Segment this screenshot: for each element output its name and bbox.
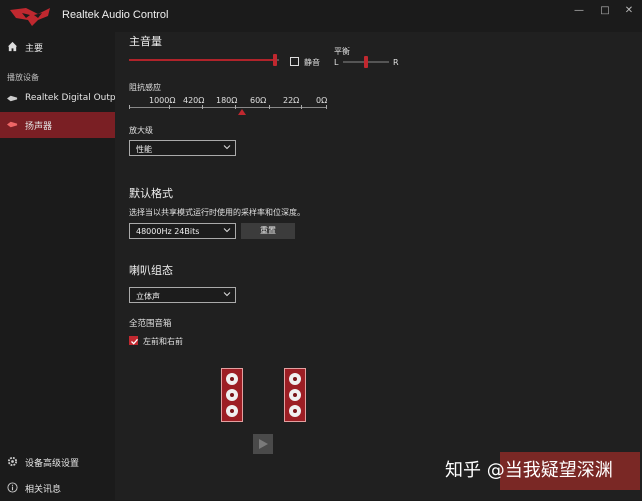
impedance-tick [129,105,130,109]
check-icon [131,338,138,345]
sidebar-item-home[interactable]: 主要 [0,34,115,60]
impedance-tick [235,105,236,109]
balance-left-label: L [334,58,339,67]
sidebar-item-digital-output[interactable]: Realtek Digital Output [0,86,125,112]
sidebar-item-speakers[interactable]: 扬声器 [0,112,115,138]
speaker-icon [7,95,18,102]
impedance-value: 60Ω [250,96,267,105]
minimize-button[interactable]: — [572,4,586,18]
main-panel: 主音量 静音 平衡 L R 阻抗感应 1000Ω 420Ω 180Ω 60Ω 2… [115,32,642,500]
speaker-cone [226,405,238,417]
format-dropdown-value: 48000Hz 24Bits [136,227,200,236]
balance-right-label: R [393,58,399,67]
impedance-tick [301,105,302,109]
play-icon [259,439,268,449]
speaker-icon [7,121,18,128]
info-icon [7,482,18,493]
play-test-button[interactable] [253,434,273,454]
impedance-tick [169,105,170,109]
rog-logo-icon [10,8,50,26]
amp-dropdown[interactable]: 性能 [129,140,236,156]
sidebar-item-label: 相关讯息 [25,485,62,495]
mute-label: 静音 [304,58,320,67]
gear-icon [7,456,18,467]
speaker-config-title: 喇叭组态 [129,264,173,277]
master-volume-title: 主音量 [129,35,162,48]
left-speaker-icon[interactable] [221,368,243,422]
master-volume-slider[interactable] [129,54,281,66]
sidebar-section-label: 播放设备 [7,73,39,82]
impedance-value: 420Ω [183,96,205,105]
impedance-marker-icon [238,109,246,115]
format-dropdown[interactable]: 48000Hz 24Bits [129,223,236,239]
default-format-title: 默认格式 [129,187,173,200]
speaker-cone [289,373,301,385]
sidebar-item-label: 设备高级设置 [25,459,80,469]
sidebar-item-label: Realtek Digital Output [25,93,125,103]
maximize-button[interactable]: □ [598,4,612,18]
home-icon [7,41,18,52]
impedance-value: 22Ω [283,96,300,105]
mute-checkbox[interactable] [290,57,299,66]
front-lr-label: 左前和右前 [143,337,183,346]
impedance-label: 阻抗感应 [129,83,161,92]
impedance-value: 0Ω [316,96,328,105]
impedance-value: 180Ω [216,96,238,105]
fullrange-label: 全范围音箱 [129,319,172,329]
sidebar: 主要 播放设备 Realtek Digital Output 扬声器 设备高级设… [0,32,125,501]
watermark-text: 知乎 @当我疑望深渊 [445,460,613,481]
slider-fill [129,59,275,61]
speaker-config-dropdown[interactable]: 立体声 [129,287,236,303]
impedance-tick [269,105,270,109]
slider-thumb[interactable] [364,56,368,68]
slider-thumb[interactable] [272,54,277,66]
speaker-cone [226,373,238,385]
sidebar-item-label: 主要 [25,44,44,54]
impedance-tick [202,105,203,109]
chevron-down-icon [223,228,231,233]
sidebar-item-info[interactable]: 相关讯息 [0,475,115,501]
front-lr-checkbox[interactable] [129,336,138,345]
impedance-scale: 1000Ω 420Ω 180Ω 60Ω 22Ω 0Ω [129,94,329,118]
impedance-axis [129,107,327,108]
app-title: Realtek Audio Control [62,9,169,21]
speaker-config-dropdown-value: 立体声 [136,292,160,301]
sidebar-item-advanced-settings[interactable]: 设备高级设置 [0,449,115,475]
amp-label: 放大级 [129,126,153,135]
impedance-value: 1000Ω [149,96,176,105]
chevron-down-icon [223,292,231,297]
impedance-tick [326,105,327,109]
speaker-cone [289,405,301,417]
default-format-description: 选择当以共享模式运行时使用的采样率和位深度。 [129,208,305,217]
amp-dropdown-value: 性能 [136,145,152,154]
speaker-cone [289,389,301,401]
right-speaker-icon[interactable] [284,368,306,422]
sidebar-item-label: 扬声器 [25,122,53,132]
close-button[interactable]: ✕ [622,4,636,18]
reset-button[interactable]: 重置 [241,223,295,239]
chevron-down-icon [223,145,231,150]
speaker-cone [226,389,238,401]
balance-slider[interactable] [343,56,389,68]
title-bar: Realtek Audio Control — □ ✕ [0,0,642,32]
